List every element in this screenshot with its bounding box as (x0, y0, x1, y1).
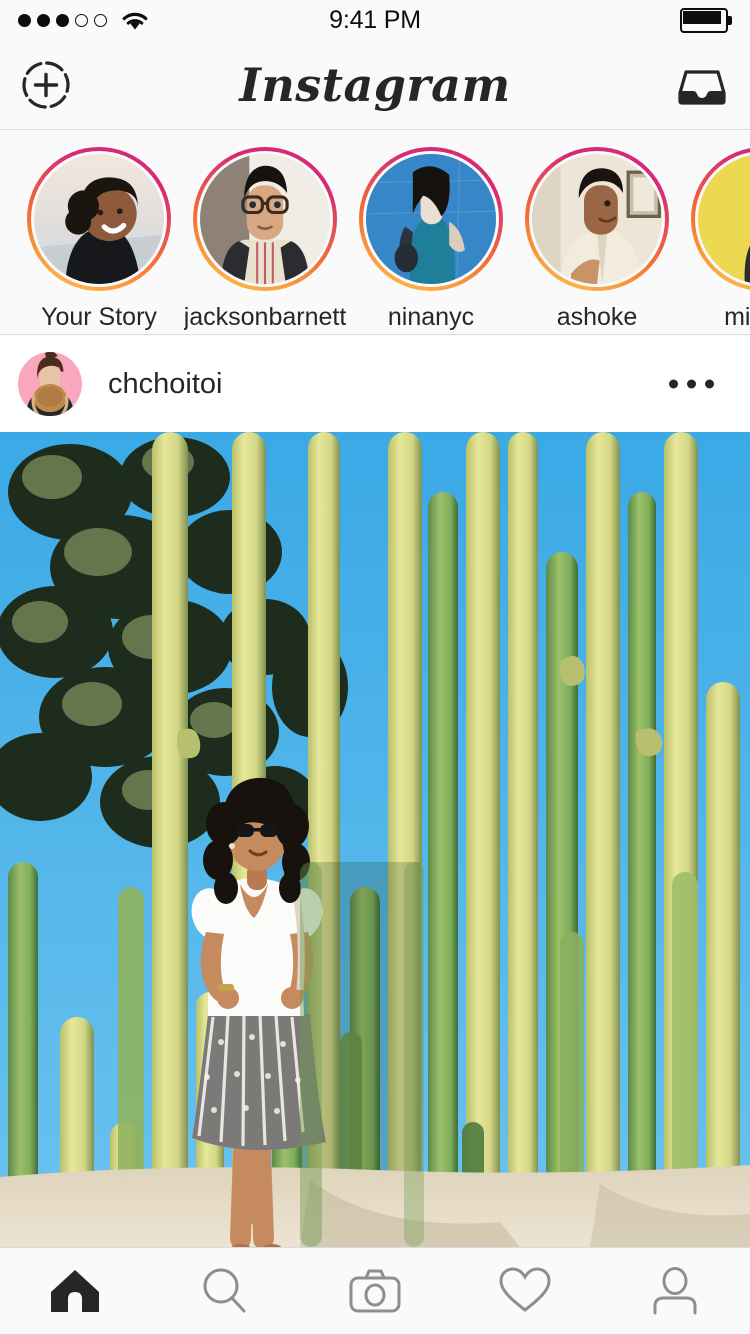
tab-profile[interactable] (600, 1248, 750, 1334)
avatar (34, 154, 164, 284)
feed-post: chchoitoi (0, 336, 750, 1247)
status-bar: 9:41 PM (0, 0, 750, 40)
story-label: ninanyc (387, 305, 475, 330)
person-icon (650, 1266, 700, 1316)
story-item-minzzz[interactable]: minzzz (680, 131, 750, 330)
stories-tray[interactable]: Your Story jacksonbarnett ninanyc ashoke… (0, 131, 750, 335)
avatar[interactable] (18, 352, 82, 416)
story-item-ashoke[interactable]: ashoke (514, 131, 680, 330)
tab-activity[interactable] (450, 1248, 600, 1334)
avatar (200, 154, 330, 284)
direct-inbox-icon[interactable] (674, 57, 730, 113)
camera-icon (348, 1267, 402, 1315)
post-header: chchoitoi (0, 336, 750, 432)
tab-home[interactable] (0, 1248, 150, 1334)
tab-camera[interactable] (300, 1248, 450, 1334)
story-label: jacksonbarnett (183, 305, 347, 330)
story-label: minzzz (724, 305, 750, 330)
search-icon (199, 1265, 251, 1317)
story-ring (525, 147, 669, 291)
avatar (532, 154, 662, 284)
story-label: ashoke (556, 305, 638, 330)
home-icon (49, 1267, 101, 1315)
instagram-feed-screen: 9:41 PM Instagram Your Story jacksonbarn… (0, 0, 750, 1334)
story-ring (359, 147, 503, 291)
post-username[interactable]: chchoitoi (108, 368, 222, 401)
story-ring (691, 147, 750, 291)
tab-search[interactable] (150, 1248, 300, 1334)
story-ring (27, 147, 171, 291)
status-bar-right (680, 0, 732, 40)
story-item-ninanyc[interactable]: ninanyc (348, 131, 514, 330)
story-item-your-story[interactable]: Your Story (16, 131, 182, 330)
avatar (698, 154, 750, 284)
avatar (366, 154, 496, 284)
post-options-button[interactable] (655, 366, 728, 403)
bottom-tab-bar (0, 1247, 750, 1334)
story-label: Your Story (41, 305, 157, 330)
post-image[interactable] (0, 432, 750, 1247)
story-ring (193, 147, 337, 291)
story-item-jacksonbarnett[interactable]: jacksonbarnett (182, 131, 348, 330)
status-bar-clock: 9:41 PM (329, 6, 421, 34)
heart-icon (498, 1266, 552, 1316)
page-title: Instagram (239, 57, 511, 112)
battery-icon (680, 7, 732, 33)
app-nav-bar: Instagram (0, 40, 750, 130)
